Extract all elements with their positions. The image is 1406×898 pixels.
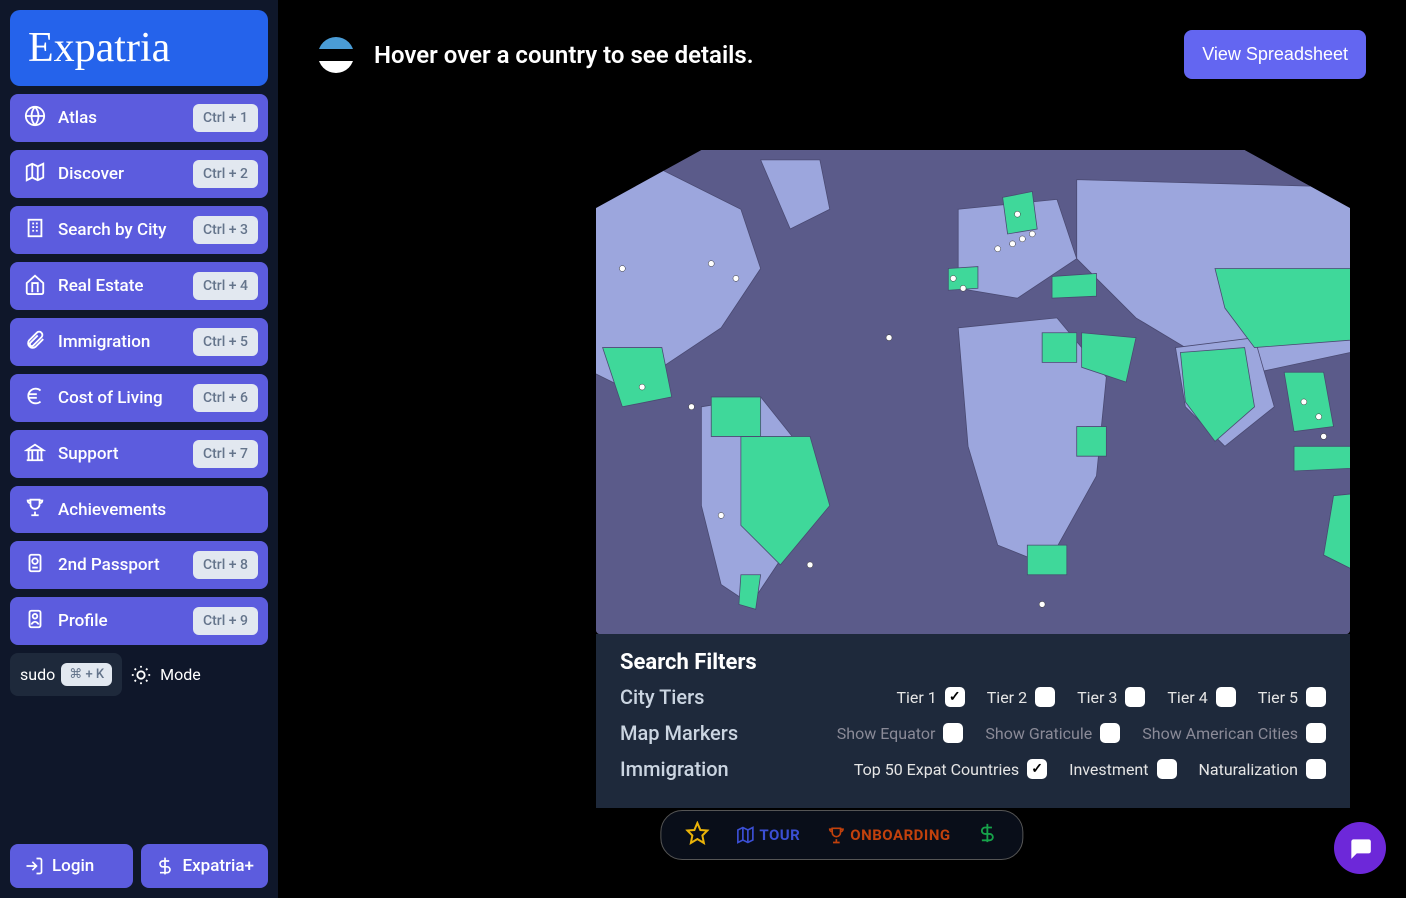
filter-tier-2[interactable]: Tier 2: [987, 687, 1055, 707]
sudo-button[interactable]: sudo ⌘ + K: [10, 653, 122, 696]
sidebar: Expatria Atlas Ctrl + 1 Discover Ctrl + …: [0, 0, 278, 898]
filter-top50[interactable]: Top 50 Expat Countries: [854, 759, 1047, 779]
plus-label: Expatria+: [183, 856, 254, 876]
checkbox-icon[interactable]: [1306, 759, 1326, 779]
onboarding-button[interactable]: ONBOARDING: [826, 825, 950, 845]
kbd-shortcut: Ctrl + 1: [193, 104, 258, 132]
map-pin-icon: [24, 161, 46, 188]
filter-row-label: City Tiers: [620, 685, 704, 709]
home-icon: [24, 273, 46, 300]
trophy-icon: [826, 825, 846, 845]
checkbox-icon[interactable]: [1216, 687, 1236, 707]
filter-investment[interactable]: Investment: [1069, 759, 1176, 779]
sidebar-item-label: Immigration: [58, 332, 150, 352]
globe-icon: [24, 105, 46, 132]
passport-icon: [24, 552, 46, 579]
hover-instruction: Hover over a country to see details.: [374, 41, 754, 69]
sidebar-item-label: Support: [58, 444, 119, 464]
trophy-icon: [24, 496, 46, 523]
building-icon: [24, 217, 46, 244]
sun-icon: [130, 664, 152, 686]
kbd-shortcut: Ctrl + 7: [193, 440, 258, 468]
tour-button[interactable]: TOUR: [735, 825, 800, 845]
sidebar-item-atlas[interactable]: Atlas Ctrl + 1: [10, 94, 268, 142]
kbd-shortcut: Ctrl + 3: [193, 216, 258, 244]
filters-title: Search Filters: [620, 650, 1326, 675]
checkbox-icon[interactable]: [1157, 759, 1177, 779]
kbd-shortcut: Ctrl + 2: [193, 160, 258, 188]
paperclip-icon: [24, 329, 46, 356]
filter-american-cities[interactable]: Show American Cities: [1142, 723, 1326, 743]
kbd-shortcut: Ctrl + 8: [193, 551, 258, 579]
sidebar-item-label: Search by City: [58, 220, 166, 240]
filter-equator[interactable]: Show Equator: [837, 723, 964, 743]
map-icon: [735, 825, 755, 845]
sidebar-item-real-estate[interactable]: Real Estate Ctrl + 4: [10, 262, 268, 310]
filter-tier-1[interactable]: Tier 1: [896, 687, 964, 707]
sidebar-item-label: 2nd Passport: [58, 555, 160, 575]
filter-tier-5[interactable]: Tier 5: [1258, 687, 1326, 707]
sidebar-item-cost-of-living[interactable]: Cost of Living Ctrl + 6: [10, 374, 268, 422]
dollar-icon: [155, 856, 175, 876]
filter-row-label: Immigration: [620, 757, 729, 781]
view-spreadsheet-button[interactable]: View Spreadsheet: [1184, 30, 1366, 79]
chat-icon: [1347, 835, 1373, 861]
main-content: Hover over a country to see details. Vie…: [278, 0, 1406, 898]
world-map[interactable]: [596, 150, 1350, 634]
sidebar-item-achievements[interactable]: Achievements: [10, 486, 268, 533]
header: Hover over a country to see details. Vie…: [278, 0, 1406, 99]
profile-icon: [24, 608, 46, 635]
sidebar-item-discover[interactable]: Discover Ctrl + 2: [10, 150, 268, 198]
login-label: Login: [52, 856, 94, 876]
checkbox-icon[interactable]: [943, 723, 963, 743]
app-logo: Expatria: [10, 10, 268, 86]
theme-mode-toggle[interactable]: Mode: [130, 664, 201, 686]
search-filters-panel: Search Filters City Tiers Tier 1 Tier 2 …: [596, 634, 1350, 808]
checkbox-icon[interactable]: [1306, 687, 1326, 707]
kbd-shortcut: Ctrl + 4: [193, 272, 258, 300]
checkbox-icon[interactable]: [1306, 723, 1326, 743]
sidebar-item-support[interactable]: Support Ctrl + 7: [10, 430, 268, 478]
floating-toolbar: TOUR ONBOARDING: [660, 810, 1023, 860]
sidebar-item-label: Achievements: [58, 500, 166, 520]
kbd-shortcut: ⌘ + K: [61, 663, 112, 686]
filter-tier-3[interactable]: Tier 3: [1077, 687, 1145, 707]
sidebar-item-search-city[interactable]: Search by City Ctrl + 3: [10, 206, 268, 254]
checkbox-icon[interactable]: [1027, 759, 1047, 779]
sidebar-item-profile[interactable]: Profile Ctrl + 9: [10, 597, 268, 645]
kbd-shortcut: Ctrl + 5: [193, 328, 258, 356]
estonia-flag-icon: [318, 37, 354, 73]
sidebar-item-label: Real Estate: [58, 276, 143, 296]
sidebar-item-label: Cost of Living: [58, 388, 163, 408]
sidebar-item-label: Profile: [58, 611, 108, 631]
sidebar-item-label: Discover: [58, 164, 124, 184]
filter-tier-4[interactable]: Tier 4: [1167, 687, 1235, 707]
mode-label: Mode: [160, 665, 201, 684]
sudo-label: sudo: [20, 665, 55, 684]
login-icon: [24, 856, 44, 876]
filter-naturalization[interactable]: Naturalization: [1199, 759, 1327, 779]
chat-fab[interactable]: [1334, 822, 1386, 874]
login-button[interactable]: Login: [10, 844, 133, 888]
filter-graticule[interactable]: Show Graticule: [985, 723, 1120, 743]
star-icon[interactable]: [685, 821, 709, 849]
checkbox-icon[interactable]: [1125, 687, 1145, 707]
checkbox-icon[interactable]: [945, 687, 965, 707]
kbd-shortcut: Ctrl + 6: [193, 384, 258, 412]
sidebar-item-immigration[interactable]: Immigration Ctrl + 5: [10, 318, 268, 366]
euro-icon: [24, 385, 46, 412]
checkbox-icon[interactable]: [1035, 687, 1055, 707]
bank-icon: [24, 441, 46, 468]
kbd-shortcut: Ctrl + 9: [193, 607, 258, 635]
filter-row-label: Map Markers: [620, 721, 738, 745]
expatria-plus-button[interactable]: Expatria+: [141, 844, 268, 888]
sidebar-item-2nd-passport[interactable]: 2nd Passport Ctrl + 8: [10, 541, 268, 589]
checkbox-icon[interactable]: [1100, 723, 1120, 743]
pricing-icon[interactable]: [977, 822, 999, 848]
sidebar-item-label: Atlas: [58, 108, 97, 128]
